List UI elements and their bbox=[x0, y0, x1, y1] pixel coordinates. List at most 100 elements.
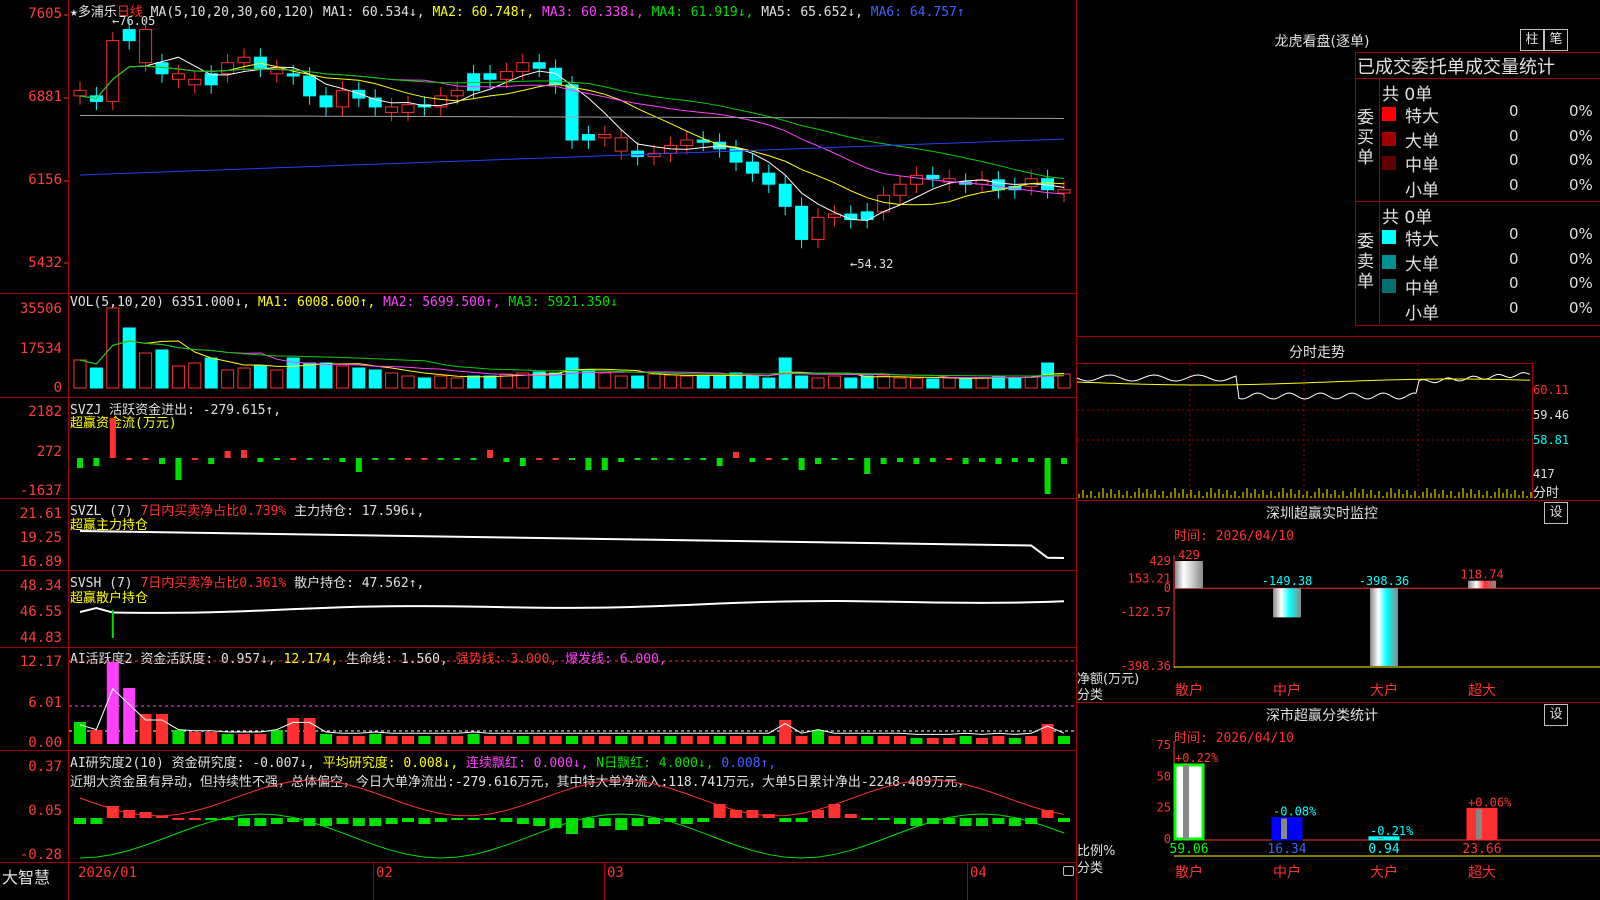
ai1-bar bbox=[746, 736, 759, 744]
svzj-bar bbox=[815, 458, 821, 464]
ai1-bar bbox=[139, 714, 152, 744]
ai1-chart[interactable] bbox=[0, 647, 1077, 750]
volume-bar bbox=[1008, 377, 1022, 389]
svzj-bar bbox=[306, 458, 313, 460]
svzj-bar bbox=[798, 458, 805, 470]
main-chart-area[interactable]: ★多浦乐日线 MA(5,10,20,30,60,120) MA1: 60.534… bbox=[0, 0, 1077, 900]
svzj-bar bbox=[651, 458, 657, 460]
buy-side-label: 委买单 bbox=[1357, 108, 1374, 168]
svzj-bar bbox=[339, 458, 346, 462]
kline-candle bbox=[844, 213, 858, 221]
volume-bar bbox=[598, 372, 612, 389]
svzj-bar bbox=[618, 458, 625, 462]
ai2-bar bbox=[500, 818, 513, 822]
lock-icon[interactable] bbox=[1063, 866, 1074, 876]
svzj-bar bbox=[831, 458, 838, 460]
volume-bar bbox=[926, 378, 940, 389]
volume-bar bbox=[204, 357, 218, 389]
svzj-bar bbox=[454, 458, 461, 460]
classify-category-label: 大户 bbox=[1370, 864, 1398, 881]
ai2-bar bbox=[680, 818, 693, 824]
kline-candle bbox=[631, 150, 645, 158]
ai2-bar bbox=[90, 818, 103, 824]
kline-candle bbox=[73, 89, 87, 97]
bar-view-button[interactable]: 柱 bbox=[1520, 29, 1544, 51]
kline-chart[interactable] bbox=[0, 0, 1077, 293]
intraday-chart[interactable] bbox=[1076, 360, 1600, 500]
svsh-chart[interactable] bbox=[0, 570, 1077, 647]
kline-candle bbox=[286, 73, 300, 77]
volume-bar bbox=[975, 377, 989, 389]
ai2-bar bbox=[369, 818, 382, 826]
classify-chart[interactable]: 7550250+0.22%59.06散户-0.08%16.34中户-0.21%0… bbox=[1077, 702, 1600, 900]
svzj-chart[interactable] bbox=[0, 397, 1077, 498]
sell-row-name: 特大 bbox=[1405, 230, 1439, 250]
buy-row-value: 0 bbox=[1509, 151, 1519, 169]
svzj-bar bbox=[142, 458, 149, 460]
ai1-bar bbox=[762, 736, 775, 744]
volume-bar bbox=[893, 377, 907, 389]
sell-color-swatch bbox=[1382, 303, 1396, 318]
kline-candle bbox=[303, 75, 317, 97]
kline-candle bbox=[188, 78, 202, 86]
svzj-bar bbox=[1044, 458, 1051, 494]
ai1-bar bbox=[418, 736, 431, 744]
kline-candle bbox=[499, 71, 513, 80]
volume-bar bbox=[877, 375, 891, 389]
sell-row-value: 0 bbox=[1509, 274, 1519, 292]
volume-bar bbox=[401, 375, 415, 389]
kline-candle bbox=[171, 73, 185, 80]
volume-bar bbox=[253, 365, 267, 389]
ai2-bar bbox=[254, 818, 267, 826]
sell-row-value: 0 bbox=[1509, 249, 1519, 268]
monitor-category-label: 大户 bbox=[1370, 682, 1398, 699]
sell-row-name: 小单 bbox=[1405, 303, 1439, 324]
kline-candle bbox=[1057, 189, 1071, 194]
svzj-bar bbox=[897, 458, 903, 462]
ai2-chart[interactable] bbox=[0, 750, 1077, 862]
ai2-bar bbox=[533, 818, 546, 826]
right-panel: 龙虎看盘(逐单) 柱 笔 已成交委托单成交量统计 委买单 委卖单 共 0单 共 … bbox=[1076, 0, 1600, 900]
volume-bar bbox=[483, 375, 497, 389]
svzl-chart[interactable] bbox=[0, 498, 1077, 570]
ai2-bar bbox=[1058, 818, 1070, 822]
kline-candle bbox=[516, 62, 530, 73]
svzj-bar bbox=[847, 458, 854, 460]
ai1-bar bbox=[713, 736, 726, 744]
monitor-chart[interactable]: 429153.210-122.57-398.36429散户-149.38中户-3… bbox=[1077, 500, 1600, 700]
svzj-bar bbox=[700, 458, 707, 460]
kline-candle bbox=[401, 104, 415, 113]
monitor-category-label: 超大 bbox=[1468, 683, 1496, 699]
ai2-bar bbox=[74, 818, 86, 824]
volume-bar bbox=[680, 375, 694, 389]
svzj-bar bbox=[355, 458, 362, 472]
ai2-bar bbox=[959, 818, 972, 826]
sell-row-name: 中单 bbox=[1405, 279, 1439, 299]
volume-bar bbox=[795, 375, 809, 389]
intraday-y-tick: 58.81 bbox=[1533, 433, 1570, 447]
ai2-bar bbox=[582, 818, 595, 828]
date-separator bbox=[604, 862, 605, 900]
tick-view-button[interactable]: 笔 bbox=[1544, 29, 1568, 51]
ai2-bar bbox=[861, 818, 874, 820]
kline-candle bbox=[532, 62, 546, 69]
buy-row-value: 0 bbox=[1509, 126, 1519, 145]
sell-row-percent: 0% bbox=[1569, 249, 1593, 268]
volume-chart[interactable] bbox=[0, 293, 1077, 397]
volume-bar bbox=[860, 375, 874, 389]
ai1-bar bbox=[828, 736, 841, 744]
ai1-bar bbox=[500, 736, 513, 744]
kline-candle bbox=[745, 161, 759, 174]
dragon-divider bbox=[1355, 201, 1600, 202]
volume-bar bbox=[335, 365, 349, 389]
buy-row-percent: 0% bbox=[1569, 151, 1593, 169]
kline-candle bbox=[450, 89, 464, 97]
sell-color-swatch bbox=[1382, 230, 1396, 244]
monitor-bar bbox=[1273, 588, 1301, 618]
buy-row-name: 中单 bbox=[1405, 156, 1439, 176]
classify-category-label: 超大 bbox=[1468, 865, 1496, 881]
svsh-line bbox=[79, 600, 1065, 614]
classify-value-label: 16.34 bbox=[1267, 842, 1306, 857]
svzj-bar bbox=[733, 452, 739, 458]
sell-row-percent: 0% bbox=[1569, 274, 1593, 292]
